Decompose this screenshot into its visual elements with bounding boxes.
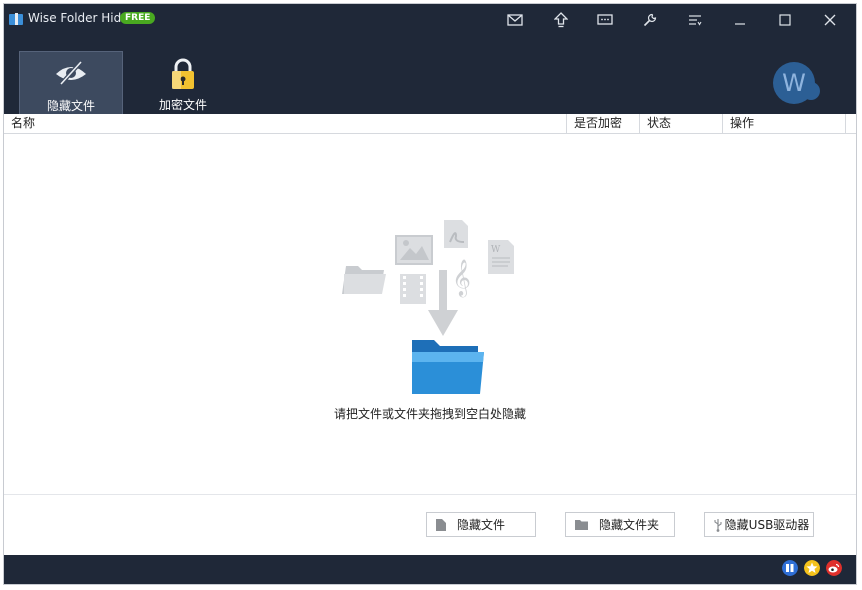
tab-encrypt-files[interactable]: 加密文件 xyxy=(131,51,235,114)
tab-hide-files-label: 隐藏文件 xyxy=(46,99,95,113)
weibo-icon[interactable] xyxy=(826,560,842,576)
video-film-icon xyxy=(400,274,426,304)
minimize-icon xyxy=(735,23,745,25)
hide-folder-button[interactable]: 隐藏文件夹 xyxy=(565,512,675,537)
menu-button[interactable] xyxy=(683,8,707,32)
column-filler xyxy=(845,114,856,133)
hide-file-button[interactable]: 隐藏文件 xyxy=(426,512,536,537)
menu-list-icon xyxy=(689,15,702,26)
lock-icon xyxy=(172,58,194,89)
drop-zone-illustration[interactable]: W 𝄞 xyxy=(340,212,520,402)
avatar-badge xyxy=(802,82,820,100)
feedback-mail-button[interactable] xyxy=(503,8,527,32)
qzone-star-icon[interactable] xyxy=(804,560,820,576)
svg-text:W: W xyxy=(491,245,501,255)
blue-folder-icon xyxy=(412,340,484,394)
close-icon xyxy=(824,14,836,26)
hide-usb-button[interactable]: 隐藏USB驱动器 xyxy=(704,512,814,537)
app-logo-icon xyxy=(9,13,23,25)
free-badge: FREE xyxy=(120,12,156,24)
column-actions[interactable]: 操作 xyxy=(722,114,845,133)
tab-hide-files[interactable]: 隐藏文件 xyxy=(19,51,123,114)
app-title: Wise Folder Hider xyxy=(28,11,134,25)
wrench-icon xyxy=(643,13,657,27)
image-icon xyxy=(395,235,433,265)
music-note-icon: 𝄞 xyxy=(452,258,471,297)
content-divider xyxy=(4,494,856,495)
svg-text:𝄞: 𝄞 xyxy=(452,258,471,297)
minimize-button[interactable] xyxy=(728,8,752,32)
message-button[interactable] xyxy=(593,8,617,32)
mail-icon xyxy=(507,14,523,26)
column-status[interactable]: 状态 xyxy=(639,114,722,133)
word-document-icon: W xyxy=(488,240,514,274)
maximize-button[interactable] xyxy=(773,8,797,32)
drop-zone-hint: 请把文件或文件夹拖拽到空白处隐藏 xyxy=(333,407,526,421)
upgrade-button[interactable] xyxy=(549,8,573,32)
upload-arrow-icon xyxy=(554,12,568,28)
maximize-icon xyxy=(779,14,791,26)
baidu-tieba-icon[interactable] xyxy=(782,560,798,576)
status-bar xyxy=(4,555,856,584)
hide-usb-label: 隐藏USB驱动器 xyxy=(724,518,810,532)
app-window: Wise Folder Hider FREE 隐藏文件 加密文件 W 名称 是否… xyxy=(4,4,856,584)
hidden-eye-icon xyxy=(56,60,86,86)
tools-button[interactable] xyxy=(638,8,662,32)
folder-outline-icon xyxy=(342,266,386,294)
close-button[interactable] xyxy=(818,8,842,32)
pdf-file-icon xyxy=(444,220,468,248)
chat-icon xyxy=(597,14,613,25)
hide-folder-label: 隐藏文件夹 xyxy=(598,518,659,532)
hide-file-label: 隐藏文件 xyxy=(456,518,505,532)
table-header: 名称 是否加密 状态 操作 xyxy=(4,114,856,134)
column-encrypted[interactable]: 是否加密 xyxy=(566,114,639,133)
column-name[interactable]: 名称 xyxy=(4,114,566,133)
title-bar: Wise Folder Hider FREE 隐藏文件 加密文件 W xyxy=(4,4,856,114)
tab-encrypt-files-label: 加密文件 xyxy=(158,98,207,112)
